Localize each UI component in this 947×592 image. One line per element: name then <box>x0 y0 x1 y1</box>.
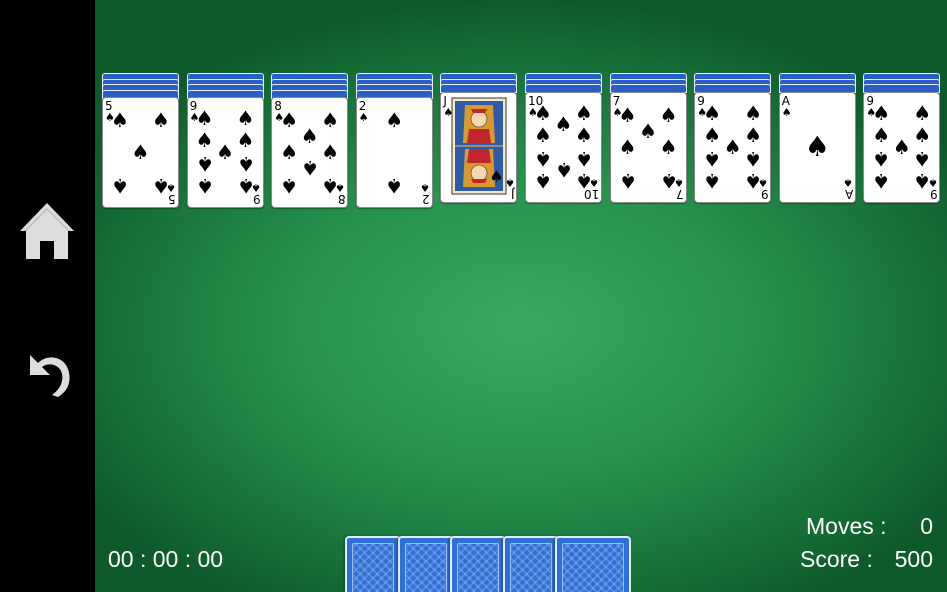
spade-icon: ♠ <box>300 156 319 180</box>
face-up-card[interactable]: 5 ♠ 5 ♠ ♠ ♠ ♠ ♠ ♠ <box>102 97 179 208</box>
spade-icon: ♠ <box>744 168 763 193</box>
spade-icon: ♠ <box>639 118 658 143</box>
spade-icon: ♠ <box>321 108 340 132</box>
spade-icon: ♠ <box>723 134 742 159</box>
spade-icon: ♠ <box>781 105 792 119</box>
spade-icon: ♠ <box>913 146 932 171</box>
spade-icon: ♠ <box>659 168 678 193</box>
spade-icon: ♠ <box>195 152 214 176</box>
face-up-card[interactable]: J ♠ J ♠ ♠ <box>440 91 518 203</box>
spade-icon: ♠ <box>575 100 593 125</box>
face-up-card[interactable]: 10 ♠ 10 ♠ ♠ ♠ ♠ ♠ ♠ ♠ ♠ ♠ ♠ ♠ <box>525 91 602 203</box>
spade-icon: ♠ <box>659 134 678 159</box>
stock-card[interactable] <box>555 536 631 592</box>
spade-icon: ♠ <box>804 129 830 163</box>
spade-icon: ♠ <box>236 174 255 198</box>
spade-icon: ♠ <box>618 134 637 159</box>
card-rank: A <box>844 186 853 201</box>
spade-icon: ♠ <box>111 174 129 198</box>
spade-icon: ♠ <box>554 111 573 136</box>
face-up-card[interactable]: 7 ♠ 7 ♠ ♠ ♠ ♠ ♠ ♠ ♠ ♠ <box>609 91 687 203</box>
card-rank: 2 <box>422 192 430 206</box>
spade-icon: ♠ <box>842 175 853 189</box>
spade-icon: ♠ <box>703 146 722 171</box>
spade-icon: ♠ <box>152 108 170 132</box>
spade-icon: ♠ <box>744 122 763 147</box>
spade-icon: ♠ <box>152 174 170 198</box>
spade-icon: ♠ <box>358 111 369 124</box>
moves-label: Moves : <box>806 513 887 539</box>
spade-icon: ♠ <box>744 146 763 171</box>
spade-icon: ♠ <box>236 106 255 130</box>
spade-icon: ♠ <box>280 108 299 132</box>
face-up-card[interactable]: 9 ♠ 9 ♠ ♠ ♠ ♠ ♠ ♠ ♠ ♠ ♠ ♠ <box>863 91 941 203</box>
spade-icon: ♠ <box>321 174 340 198</box>
spade-icon: ♠ <box>131 140 150 164</box>
spade-icon: ♠ <box>195 106 214 130</box>
card-rank: A <box>781 93 791 108</box>
spade-icon: ♠ <box>236 128 255 152</box>
spade-icon: ♠ <box>913 100 932 125</box>
spade-icon: ♠ <box>872 168 891 193</box>
spade-icon: ♠ <box>489 166 504 186</box>
spade-icon: ♠ <box>892 134 911 159</box>
spade-icon: ♠ <box>385 174 404 198</box>
spade-icon: ♠ <box>575 122 593 147</box>
spade-icon: ♠ <box>419 181 430 194</box>
spade-icon: ♠ <box>280 174 299 198</box>
spade-icon: ♠ <box>111 108 129 132</box>
spade-icon: ♠ <box>913 122 932 147</box>
spade-icon: ♠ <box>575 146 593 171</box>
spade-icon: ♠ <box>618 102 637 127</box>
spade-icon: ♠ <box>872 122 891 147</box>
spade-icon: ♠ <box>703 122 722 147</box>
game-table: 5 ♠ 5 ♠ ♠ ♠ ♠ ♠ ♠ 9 ♠ 9 ♠ ♠ ♠ ♠ ♠ ♠ ♠ ♠ ♠ ♠ 8 ♠ 8 ♠ ♠ ♠ ♠ ♠ ♠ ♠ ♠ ♠ 2 ♠ 2 ♠ ♠ ♠… <box>95 0 947 592</box>
score-label: Score : <box>800 546 873 572</box>
face-up-card[interactable]: 9 ♠ 9 ♠ ♠ ♠ ♠ ♠ ♠ ♠ ♠ ♠ ♠ <box>186 97 264 208</box>
spade-icon: ♠ <box>872 146 891 171</box>
spade-icon: ♠ <box>534 168 552 193</box>
undo-button[interactable] <box>18 343 76 401</box>
timer: 00 : 00 : 00 <box>108 546 224 572</box>
stock-card[interactable] <box>450 536 506 592</box>
sidebar <box>0 0 95 592</box>
stock-pile[interactable] <box>345 536 635 592</box>
spade-icon: ♠ <box>385 108 404 132</box>
spade-icon: ♠ <box>618 168 637 193</box>
face-up-card[interactable]: 8 ♠ 8 ♠ ♠ ♠ ♠ ♠ ♠ ♠ ♠ ♠ <box>271 97 349 208</box>
spade-icon: ♠ <box>321 140 340 164</box>
spade-icon: ♠ <box>236 152 255 176</box>
spade-icon: ♠ <box>659 102 678 127</box>
home-button[interactable] <box>18 201 76 259</box>
face-up-card[interactable]: 2 ♠ 2 ♠ ♠ ♠ <box>355 97 433 208</box>
spade-icon: ♠ <box>872 100 891 125</box>
spade-icon: ♠ <box>534 146 552 171</box>
moves-value: 0 <box>920 513 933 539</box>
spade-icon: ♠ <box>554 157 573 182</box>
spade-icon: ♠ <box>534 100 552 125</box>
spade-icon: ♠ <box>534 122 552 147</box>
spade-icon: ♠ <box>195 128 214 152</box>
spade-icon: ♠ <box>195 174 214 198</box>
spade-icon: ♠ <box>913 168 932 193</box>
stock-card[interactable] <box>397 536 454 592</box>
spade-icon: ♠ <box>703 100 722 125</box>
spade-icon: ♠ <box>280 140 299 164</box>
stock-card[interactable] <box>345 536 401 592</box>
spade-icon: ♠ <box>703 168 722 193</box>
score-value: 500 <box>894 546 933 572</box>
undo-icon <box>30 355 70 397</box>
spade-icon: ♠ <box>216 140 235 164</box>
stock-card[interactable] <box>502 536 559 592</box>
spade-icon: ♠ <box>744 100 763 125</box>
face-up-card[interactable]: A ♠ A ♠ ♠ <box>778 91 856 203</box>
spade-icon: ♠ <box>575 168 593 193</box>
card-rank: J <box>510 186 515 201</box>
face-up-card[interactable]: 9 ♠ 9 ♠ ♠ ♠ ♠ ♠ ♠ ♠ ♠ ♠ ♠ <box>694 91 772 203</box>
card-rank: J <box>443 93 447 108</box>
home-icon <box>20 203 74 259</box>
spade-icon: ♠ <box>300 124 319 148</box>
